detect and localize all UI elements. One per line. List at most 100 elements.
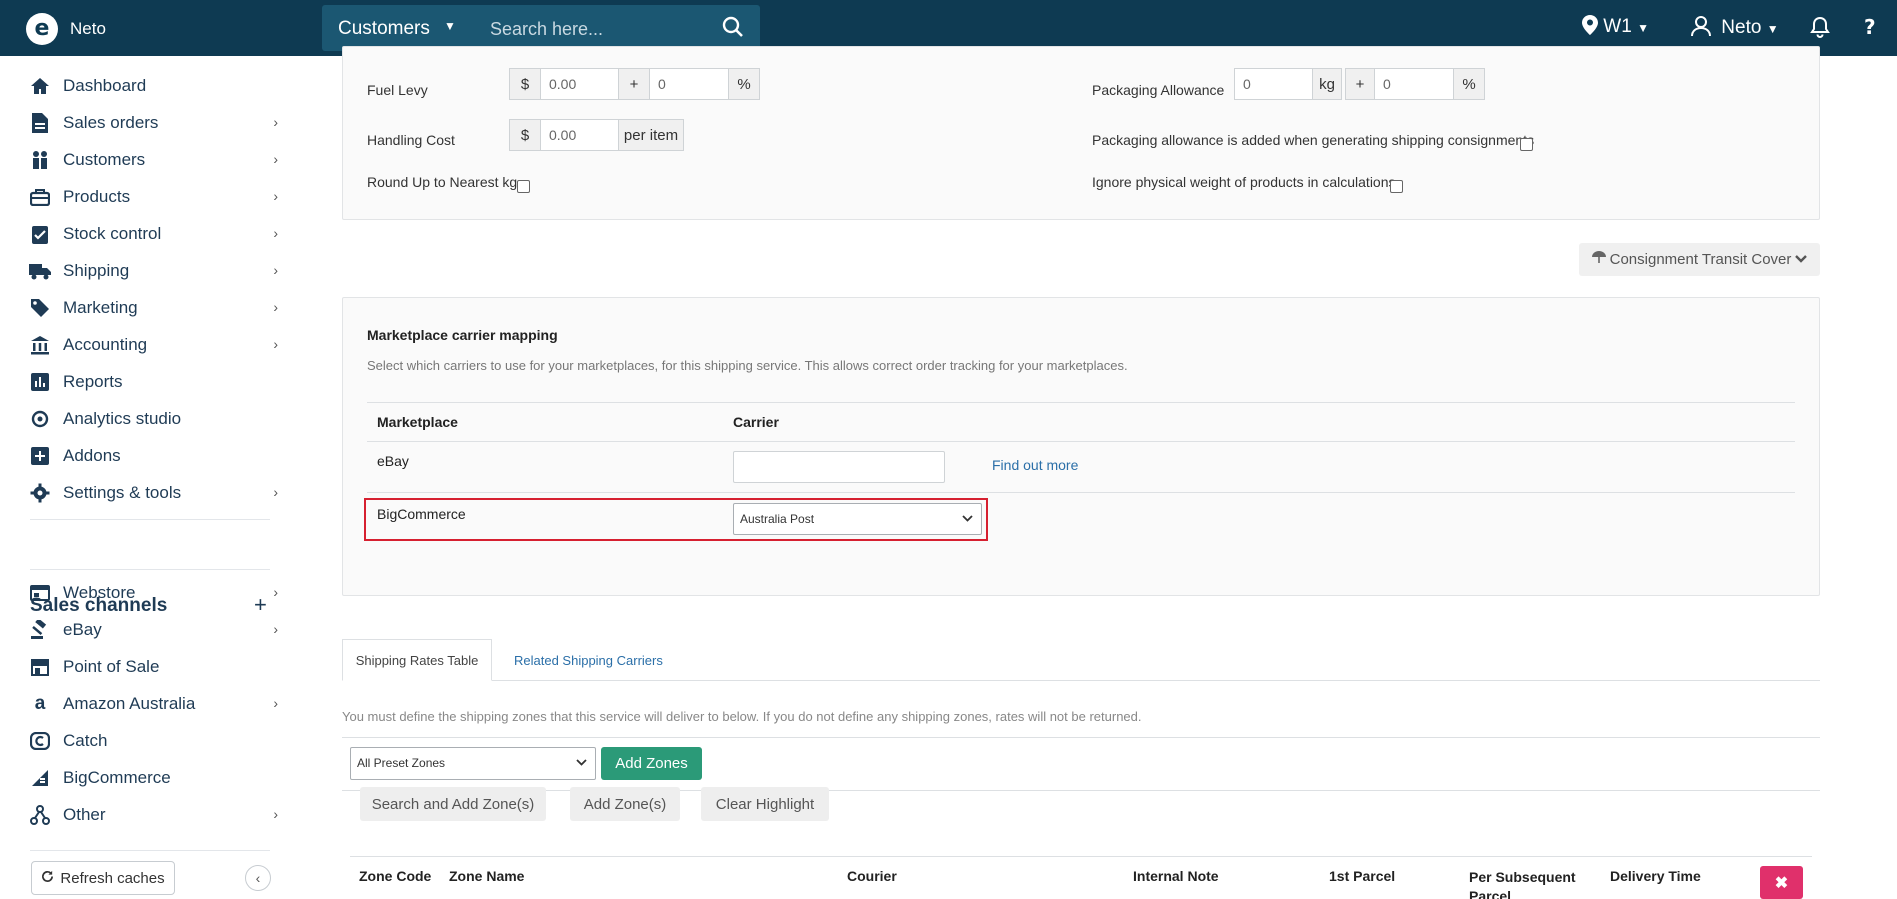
add-zone-button[interactable]: Add Zone(s) (570, 787, 680, 821)
divider (342, 737, 1820, 738)
packaging-allowance-input[interactable]: 0 (1234, 68, 1313, 100)
clipboard-check-icon (28, 224, 52, 244)
search-scope-dropdown[interactable]: Customers (338, 18, 430, 40)
refresh-caches-button[interactable]: Refresh caches (31, 861, 175, 895)
column-header-zone-code: Zone Code (359, 868, 432, 884)
handling-cost-label: Handling Cost (367, 132, 455, 148)
chevron-down-icon (576, 748, 587, 789)
sidebar-item-shipping[interactable]: Shipping › (28, 256, 278, 286)
sidebar-item-catch[interactable]: Catch (28, 726, 278, 756)
packaging-percent-input[interactable]: 0 (1374, 68, 1454, 100)
location-selector[interactable]: W1 ▼ (1582, 15, 1649, 38)
sidebar-item-label: Addons (63, 446, 121, 465)
divider (30, 850, 270, 851)
packaging-consignment-checkbox[interactable] (1520, 138, 1533, 151)
browser-icon (28, 583, 52, 603)
fuel-levy-percent-input[interactable]: 0 (649, 68, 729, 100)
sidebar-item-label: Settings & tools (63, 483, 182, 502)
analytics-icon (28, 409, 52, 429)
divider (342, 790, 1820, 791)
document-icon (28, 113, 52, 133)
marketplace-mapping-title: Marketplace carrier mapping (367, 327, 558, 343)
tag-icon (28, 298, 52, 318)
neto-logo-icon[interactable]: e (26, 13, 58, 45)
sidebar-item-stock-control[interactable]: Stock control › (28, 219, 278, 249)
sidebar-item-amazon-australia[interactable]: a Amazon Australia › (28, 689, 278, 719)
sidebar-item-sales-orders[interactable]: Sales orders › (28, 108, 278, 138)
search-input[interactable]: Search here... (490, 19, 603, 40)
fuel-levy-percent-addon: % (728, 68, 760, 100)
packaging-consignment-label: Packaging allowance is added when genera… (1092, 132, 1535, 148)
sidebar-item-label: Stock control (63, 224, 162, 243)
zones-notice: You must define the shipping zones that … (342, 709, 1142, 724)
sidebar-item-products[interactable]: Products › (28, 182, 278, 212)
packaging-percent-addon: % (1453, 68, 1485, 100)
bigcommerce-carrier-select[interactable]: Australia Post (733, 503, 982, 535)
fuel-levy-label: Fuel Levy (367, 82, 428, 98)
chevron-right-icon: › (273, 188, 278, 204)
user-icon (1690, 16, 1717, 38)
user-menu[interactable]: Neto ▼ (1690, 15, 1779, 39)
sidebar-item-customers[interactable]: Customers › (28, 145, 278, 175)
add-zones-button[interactable]: Add Zones (601, 747, 702, 780)
sidebar-item-reports[interactable]: Reports (28, 367, 278, 397)
ebay-carrier-input[interactable] (733, 451, 945, 483)
fuel-levy-plus-addon: + (618, 68, 650, 100)
clear-highlight-button[interactable]: Clear Highlight (701, 787, 829, 821)
sidebar-item-webstore[interactable]: Webstore › (28, 578, 278, 608)
ignore-weight-checkbox[interactable] (1390, 180, 1403, 193)
chevron-down-icon (962, 504, 973, 545)
gavel-icon (28, 620, 52, 640)
bank-icon (28, 335, 52, 355)
search-icon[interactable] (722, 16, 744, 43)
round-up-label: Round Up to Nearest kg (367, 174, 518, 190)
delete-all-zones-button[interactable]: ✖ (1760, 866, 1803, 899)
chevron-right-icon: › (273, 806, 278, 822)
close-icon: ✖ (1774, 874, 1789, 892)
sidebar-item-ebay[interactable]: eBay › (28, 615, 278, 645)
chevron-right-icon: › (273, 621, 278, 637)
preset-zones-select[interactable]: All Preset Zones (350, 747, 596, 780)
refresh-icon (41, 870, 54, 887)
fuel-levy-input[interactable]: 0.00 (540, 68, 619, 100)
sidebar-item-dashboard[interactable]: Dashboard (28, 71, 278, 101)
sidebar-item-label: Reports (63, 372, 123, 391)
sidebar-item-settings-tools[interactable]: Settings & tools › (28, 478, 278, 508)
sidebar-item-label: Amazon Australia (63, 694, 196, 713)
chevron-right-icon: › (273, 695, 278, 711)
sidebar-item-marketing[interactable]: Marketing › (28, 293, 278, 323)
column-header-internal-note: Internal Note (1133, 868, 1219, 884)
round-up-checkbox[interactable] (517, 180, 530, 193)
sidebar-item-label: Sales orders (63, 113, 159, 132)
map-pin-icon (1582, 15, 1603, 37)
bigcommerce-icon (28, 768, 52, 788)
handling-cost-input[interactable]: 0.00 (540, 119, 619, 151)
sidebar-item-analytics-studio[interactable]: Analytics studio (28, 404, 278, 434)
global-search: Customers ▼ Search here... (322, 5, 760, 51)
chevron-right-icon: › (273, 584, 278, 600)
people-icon (28, 150, 52, 170)
search-and-add-zones-button[interactable]: Search and Add Zone(s) (360, 787, 546, 821)
consignment-transit-cover-label: Consignment Transit Cover (1609, 251, 1792, 268)
box-icon (28, 187, 52, 207)
sidebar-item-bigcommerce[interactable]: BigCommerce (28, 763, 278, 793)
collapse-sidebar-chevron-left-icon[interactable]: ‹ (245, 865, 271, 891)
sidebar-item-label: Dashboard (63, 76, 147, 95)
bell-icon[interactable] (1810, 16, 1830, 43)
sidebar-item-other[interactable]: Other › (28, 800, 278, 830)
help-icon[interactable]: ? (1860, 15, 1880, 43)
sidebar-item-accounting[interactable]: Accounting › (28, 330, 278, 360)
divider (30, 519, 270, 520)
column-header-per-subsequent-parcel: Per Subsequent Parcel (1469, 869, 1576, 899)
tab-shipping-rates-table[interactable]: Shipping Rates Table (342, 639, 492, 681)
sidebar-item-addons[interactable]: Addons (28, 441, 278, 471)
caret-down-icon[interactable]: ▼ (444, 19, 456, 33)
tab-related-shipping-carriers[interactable]: Related Shipping Carriers (502, 639, 675, 681)
find-out-more-link[interactable]: Find out more (992, 457, 1078, 473)
consignment-transit-cover-button[interactable]: Consignment Transit Cover (1579, 243, 1820, 276)
column-header-zone-name: Zone Name (449, 868, 525, 884)
sidebar-item-point-of-sale[interactable]: Point of Sale (28, 652, 278, 682)
column-header-first-parcel: 1st Parcel (1329, 868, 1396, 884)
column-header-carrier: Carrier (733, 414, 779, 430)
select-value: All Preset Zones (357, 756, 446, 770)
